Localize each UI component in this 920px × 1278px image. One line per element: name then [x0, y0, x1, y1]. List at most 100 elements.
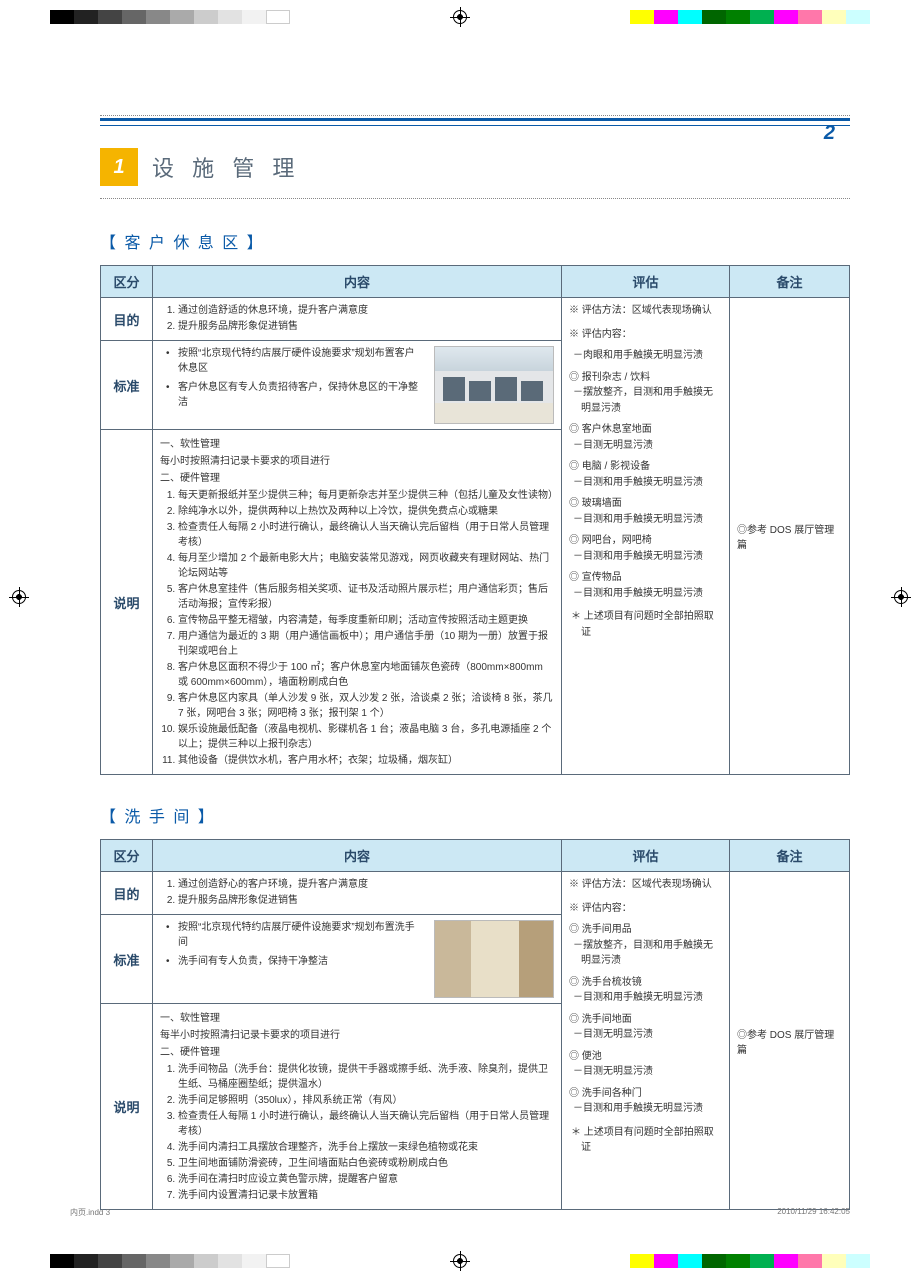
print-registration-bottom	[50, 1254, 870, 1268]
text-line: 每小时按照清扫记录卡要求的项目进行	[160, 454, 554, 469]
row-label: 目的	[101, 872, 153, 915]
eval-method: ※ 评估方法：区域代表现场确认	[569, 303, 722, 319]
registration-mark-left	[12, 590, 26, 604]
explain-cell: 一、软性管理 每小时按照清扫记录卡要求的项目进行 二、硬件管理 每天更新报纸并至…	[153, 430, 562, 775]
rule-thin	[100, 125, 850, 126]
list-item: 洗手间内清扫工具摆放合理整齐，洗手台上摆放一束绿色植物或花束	[178, 1140, 554, 1155]
eval-group-d: 摆放整齐，目测和用手触摸无明显污渍	[569, 938, 722, 969]
list-item: 每天更新报纸并至少提供三种；每月更新杂志并至少提供三种（包括儿童及女性读物）	[178, 488, 554, 503]
eval-group-t: 网吧台，网吧椅	[569, 533, 722, 549]
eval-group-t: 玻璃墙面	[569, 496, 722, 512]
list-item: 通过创造舒心的客户环境，提升客户满意度	[178, 877, 554, 892]
list-item: 娱乐设施最低配备（液晶电视机、影碟机各 1 台；液晶电脑 3 台，多孔电源插座 …	[178, 722, 554, 752]
list-item: 提升服务品牌形象促进销售	[178, 893, 554, 908]
eval-content-h: ※ 评估内容：	[569, 901, 722, 917]
lounge-photo	[434, 346, 554, 424]
list-item: 洗手间在清扫时应设立黄色警示牌，提醒客户留意	[178, 1172, 554, 1187]
footer-file: 内页.indd 3	[70, 1207, 110, 1218]
standard-cell: 按照“北京现代特约店展厅硬件设施要求”规划布置洗手间 洗手间有专人负责，保持干净…	[153, 915, 562, 1004]
eval-line: 肉眼和用手触摸无明显污渍	[569, 348, 722, 364]
col-header: 评估	[562, 840, 730, 872]
col-header: 备注	[730, 840, 850, 872]
list-item: 其他设备（提供饮水机，客户用水杯；衣架；垃圾桶，烟灰缸）	[178, 753, 554, 768]
list-item: 洗手间足够照明（350lux），排风系统正常（有风）	[178, 1093, 554, 1108]
text-line: 每半小时按照清扫记录卡要求的项目进行	[160, 1028, 554, 1043]
list-item: 按照“北京现代特约店展厅硬件设施要求”规划布置洗手间	[164, 920, 424, 950]
chapter-header: 1 设 施 管 理	[100, 148, 850, 186]
list-item: 洗手间内设置清扫记录卡放置箱	[178, 1188, 554, 1203]
eval-group-t: 报刊杂志 / 饮料	[569, 370, 722, 386]
standard-cell: 按照“北京现代特约店展厅硬件设施要求”规划布置客户休息区 客户休息区有专人负责招…	[153, 341, 562, 430]
eval-group-t: 便池	[569, 1049, 722, 1065]
table-washroom: 区分 内容 评估 备注 目的 通过创造舒心的客户环境，提升客户满意度 提升服务品…	[100, 839, 850, 1210]
purpose-cell: 通过创造舒适的休息环境，提升客户满意度 提升服务品牌形象促进销售	[153, 298, 562, 341]
list-item: 提升服务品牌形象促进销售	[178, 319, 554, 334]
chapter-title: 设 施 管 理	[152, 151, 300, 183]
sub-heading: 一、软性管理	[160, 1011, 554, 1026]
gray-swatches	[50, 1254, 290, 1268]
footer-timestamp: 2010/11/29 16:42:05	[777, 1207, 850, 1218]
table-lounge: 区分 内容 评估 备注 目的 通过创造舒适的休息环境，提升客户满意度 提升服务品…	[100, 265, 850, 775]
eval-cell: ※ 评估方法：区域代表现场确认 ※ 评估内容： 洗手间用品摆放整齐，目测和用手触…	[562, 872, 730, 1210]
list-item: 客户休息区有专人负责招待客户，保持休息区的干净整洁	[164, 380, 424, 410]
rule-dotted	[100, 115, 850, 116]
row-label: 标准	[101, 915, 153, 1004]
list-item: 卫生间地面铺防滑瓷砖，卫生间墙面贴白色瓷砖或粉刷成白色	[178, 1156, 554, 1171]
rule-dotted-2	[100, 198, 850, 199]
explain-cell: 一、软性管理 每半小时按照清扫记录卡要求的项目进行 二、硬件管理 洗手间物品（洗…	[153, 1004, 562, 1210]
list-item: 洗手间物品（洗手台：提供化妆镜，提供干手器或擦手纸、洗手液、除臭剂，提供卫生纸、…	[178, 1062, 554, 1092]
eval-star: 上述项目有问题时全部拍照取证	[569, 1125, 722, 1156]
color-swatches	[630, 10, 870, 24]
col-header: 内容	[153, 840, 562, 872]
footer-meta: 内页.indd 3 2010/11/29 16:42:05	[70, 1207, 850, 1218]
eval-content-h: ※ 评估内容：	[569, 327, 722, 343]
sub-heading: 一、软性管理	[160, 437, 554, 452]
row-label: 标准	[101, 341, 153, 430]
list-item: 除纯净水以外，提供两种以上热饮及两种以上冷饮，提供免费点心或糖果	[178, 504, 554, 519]
eval-group-d: 目测和用手触摸无明显污渍	[569, 549, 722, 565]
list-item: 按照“北京现代特约店展厅硬件设施要求”规划布置客户休息区	[164, 346, 424, 376]
list-item: 客户休息室挂件（售后服务相关奖项、证书及活动照片展示栏；用户通信彩页；售后活动海…	[178, 582, 554, 612]
sub-heading: 二、硬件管理	[160, 1045, 554, 1060]
color-swatches	[630, 1254, 870, 1268]
list-item: 每月至少增加 2 个最新电影大片；电脑安装常见游戏，网页收藏夹有理财网站、热门论…	[178, 551, 554, 581]
row-label: 说明	[101, 1004, 153, 1210]
list-item: 检查责任人每隔 2 小时进行确认，最终确认人当天确认完后留档（用于日常人员管理考…	[178, 520, 554, 550]
eval-group-d: 目测无明显污渍	[569, 1027, 722, 1043]
page-number: 2	[824, 122, 835, 145]
eval-star: 上述项目有问题时全部拍照取证	[569, 609, 722, 640]
registration-mark-right	[894, 590, 908, 604]
eval-cell: ※ 评估方法：区域代表现场确认 ※ 评估内容： 肉眼和用手触摸无明显污渍 报刊杂…	[562, 298, 730, 775]
eval-group-d: 目测无明显污渍	[569, 1064, 722, 1080]
rule-thick	[100, 118, 850, 121]
col-header: 评估	[562, 266, 730, 298]
eval-group-t: 客户休息室地面	[569, 422, 722, 438]
list-item: 用户通信为最近的 3 期（用户通信画板中）；用户通信手册（10 期为一册）放置于…	[178, 629, 554, 659]
eval-group-t: 洗手间地面	[569, 1012, 722, 1028]
col-header: 内容	[153, 266, 562, 298]
registration-mark-icon	[453, 1254, 467, 1268]
eval-group-d: 目测和用手触摸无明显污渍	[569, 512, 722, 528]
eval-group-d: 目测和用手触摸无明显污渍	[569, 990, 722, 1006]
eval-group-t: 电脑 / 影视设备	[569, 459, 722, 475]
section-title-washroom: 【 洗 手 间 】	[100, 803, 850, 827]
eval-group-d: 目测和用手触摸无明显污渍	[569, 1101, 722, 1117]
registration-mark-icon	[453, 10, 467, 24]
col-header: 区分	[101, 266, 153, 298]
eval-group-d: 目测和用手触摸无明显污渍	[569, 586, 722, 602]
gray-swatches	[50, 10, 290, 24]
eval-group-t: 洗手间用品	[569, 922, 722, 938]
col-header: 区分	[101, 840, 153, 872]
chapter-number-box: 1	[100, 148, 138, 186]
row-label: 目的	[101, 298, 153, 341]
eval-group-t: 洗手台梳妆镜	[569, 975, 722, 991]
list-item: 检查责任人每隔 1 小时进行确认，最终确认人当天确认完后留档（用于日常人员管理考…	[178, 1109, 554, 1139]
row-label: 说明	[101, 430, 153, 775]
section-title-lounge: 【 客 户 休 息 区 】	[100, 229, 850, 253]
note-cell: ◎参考 DOS 展厅管理篇	[730, 872, 850, 1210]
list-item: 洗手间有专人负责，保持干净整洁	[164, 954, 424, 969]
page-content: 2 1 设 施 管 理 【 客 户 休 息 区 】 区分 内容 评估 备注 目的…	[0, 0, 920, 1278]
eval-group-d: 目测和用手触摸无明显污渍	[569, 475, 722, 491]
list-item: 客户休息区面积不得少于 100 ㎡；客户休息室内地面铺灰色瓷砖（800mm×80…	[178, 660, 554, 690]
list-item: 客户休息区内家具（单人沙发 9 张，双人沙发 2 张，洽谈桌 2 张；洽谈椅 8…	[178, 691, 554, 721]
